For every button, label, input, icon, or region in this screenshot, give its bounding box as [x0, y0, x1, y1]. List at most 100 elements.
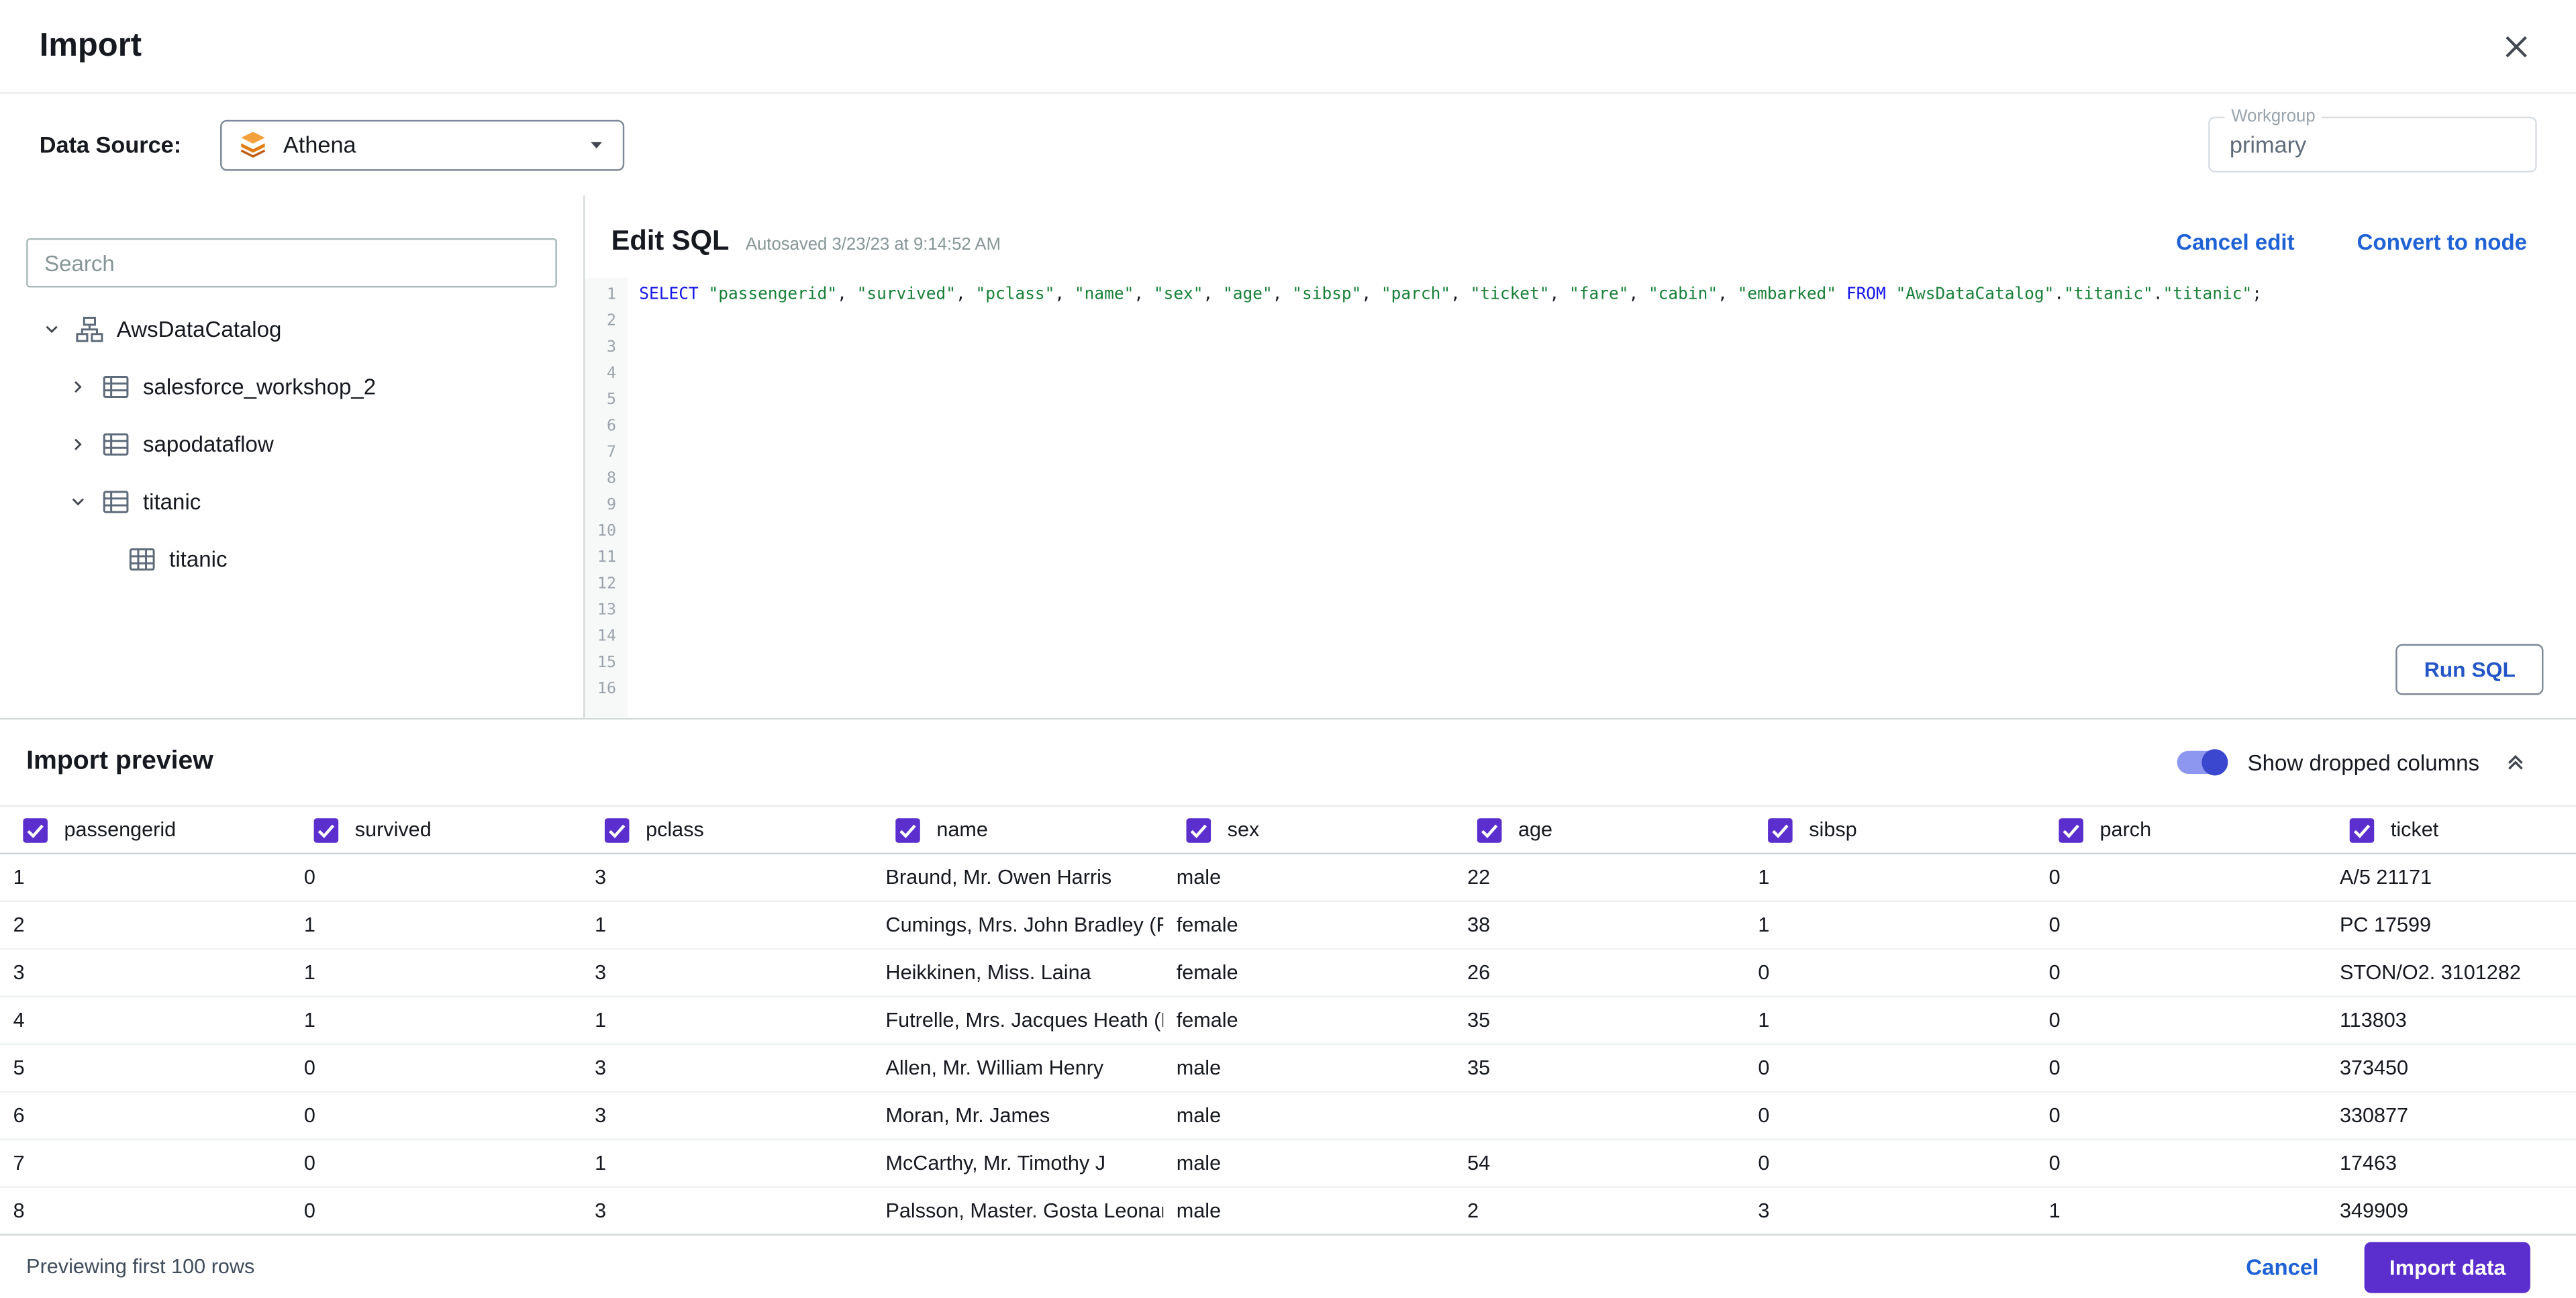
show-dropped-columns-label: Show dropped columns	[2247, 750, 2480, 775]
column-header-survived: survived	[291, 807, 581, 853]
column-header-age: age	[1454, 807, 1744, 853]
table-icon	[128, 546, 156, 574]
line-number: 7	[606, 443, 616, 462]
sql-token: ,	[956, 285, 976, 304]
column-checkbox[interactable]	[1186, 817, 1211, 842]
column-checkbox[interactable]	[604, 817, 630, 842]
table-row: 3 1 3 Heikkinen, Miss. Laina female 26 0 0 STON/…	[0, 950, 2576, 997]
sql-token: FROM	[1846, 285, 1886, 304]
line-number: 11	[597, 548, 616, 567]
sql-token: "titanic"	[2163, 285, 2252, 304]
table-cell: male	[1176, 1104, 1222, 1128]
preview-controls: Show dropped columns	[2177, 748, 2530, 777]
column-checkbox[interactable]	[895, 817, 920, 842]
column-checkbox[interactable]	[2059, 817, 2084, 842]
chevron-right-icon[interactable]	[66, 378, 89, 396]
table-cell: 22	[1467, 866, 1491, 889]
table-cell: McCarthy, Mr. Timothy J	[885, 1152, 1106, 1175]
table-cell: 0	[2048, 1056, 2061, 1080]
tree-item-titanic[interactable]: titanic	[26, 473, 557, 531]
table-cell: 1	[13, 866, 25, 889]
column-checkbox[interactable]	[1477, 817, 1502, 842]
table-cell: PC 17599	[2339, 913, 2432, 937]
column-header-pclass: pclass	[582, 807, 873, 853]
convert-to-node-link[interactable]: Convert to node	[2357, 229, 2527, 254]
tree-item-awsdatacatalog[interactable]: AwsDataCatalog	[26, 301, 557, 358]
datasource-dropdown[interactable]: Athena	[220, 119, 626, 170]
table-cell: 0	[2048, 913, 2061, 937]
column-header-label: passengerid	[64, 818, 177, 842]
table-cell: 1	[1758, 1009, 1770, 1032]
chevron-right-icon[interactable]	[66, 436, 89, 454]
catalog-icon	[76, 315, 104, 344]
table-cell: Allen, Mr. William Henry	[885, 1056, 1104, 1080]
column-checkbox[interactable]	[313, 817, 339, 842]
table-cell: 0	[2048, 1152, 2061, 1175]
schema-sidebar: AwsDataCatalog salesforce_workshop_2sapod…	[0, 195, 585, 718]
cancel-edit-link[interactable]: Cancel edit	[2176, 229, 2294, 254]
table-cell: 1	[303, 913, 315, 937]
chevron-down-icon[interactable]	[66, 493, 89, 511]
sql-token: ,	[1361, 285, 1381, 304]
tree-item-label: AwsDataCatalog	[116, 317, 282, 342]
column-checkbox[interactable]	[1768, 817, 1793, 842]
table-cell: 35	[1467, 1056, 1491, 1080]
table-cell: 349909	[2339, 1199, 2409, 1223]
tree-item-salesforce_workshop_2[interactable]: salesforce_workshop_2	[26, 358, 557, 416]
autosaved-status: Autosaved 3/23/23 at 9:14:52 AM	[745, 235, 1001, 255]
sql-token: SELECT	[639, 285, 699, 304]
column-checkbox[interactable]	[23, 817, 48, 842]
table-cell: 3	[595, 866, 607, 889]
import-data-button[interactable]: Import data	[2365, 1241, 2530, 1293]
sql-token: ,	[1718, 285, 1738, 304]
sql-token: "passengerid"	[708, 285, 838, 304]
tree-item-titanic[interactable]: titanic	[26, 531, 557, 589]
page-title: Import	[39, 27, 142, 64]
line-number: 10	[597, 522, 616, 541]
table-cell: 3	[1758, 1199, 1770, 1223]
import-dialog: Import Data Source: Athena Workgroup pri…	[0, 0, 2576, 1298]
chevron-down-icon[interactable]	[40, 320, 62, 338]
table-cell: 3	[595, 1199, 607, 1223]
editor-actions: Cancel edit Convert to node	[2176, 229, 2527, 254]
column-header-sex: sex	[1163, 807, 1454, 853]
datasource-selected-value: Athena	[283, 131, 356, 158]
line-number: 6	[606, 417, 616, 436]
line-number: 9	[606, 496, 616, 515]
table-row: 1 0 3 Braund, Mr. Owen Harris male 22 1 0 A/5 21…	[0, 854, 2576, 902]
column-checkbox[interactable]	[2349, 817, 2375, 842]
table-cell: Palsson, Master. Gosta Leonard	[885, 1199, 1164, 1223]
table-cell: 7	[13, 1152, 25, 1175]
dialog-header: Import	[0, 0, 2576, 94]
workgroup-field[interactable]: Workgroup primary	[2208, 107, 2537, 173]
cancel-button[interactable]: Cancel	[2246, 1254, 2318, 1279]
sql-token: "survived"	[856, 285, 956, 304]
sql-token: ,	[1450, 285, 1471, 304]
table-cell: 1	[303, 961, 315, 985]
import-preview-section: Import preview Show dropped columns pass…	[0, 717, 2576, 1234]
run-sql-button[interactable]: Run SQL	[2396, 644, 2544, 695]
preview-row-count-status: Previewing first 100 rows	[26, 1255, 255, 1279]
show-dropped-columns-toggle[interactable]	[2177, 749, 2228, 776]
table-cell: 1	[1758, 866, 1770, 889]
column-header-label: sibsp	[1809, 818, 1857, 842]
preview-header: Import preview Show dropped columns	[0, 719, 2576, 805]
line-number: 4	[606, 364, 616, 383]
table-cell: 0	[303, 866, 315, 889]
tree-item-sapodataflow[interactable]: sapodataflow	[26, 415, 557, 473]
preview-title: Import preview	[26, 747, 213, 776]
sql-token: ,	[1134, 285, 1154, 304]
search-input[interactable]	[26, 238, 557, 288]
close-button[interactable]	[2496, 26, 2537, 66]
table-cell: 17463	[2339, 1152, 2397, 1175]
table-row: 4 1 1 Futrelle, Mrs. Jacques Heath (Lily Ma…	[0, 997, 2576, 1045]
collapse-preview-button[interactable]	[2501, 748, 2530, 777]
table-row: 6 0 3 Moran, Mr. James male 0 0 330877	[0, 1093, 2576, 1140]
sql-token: "name"	[1074, 285, 1134, 304]
column-header-sibsp: sibsp	[1745, 807, 2036, 853]
sql-editor[interactable]: SELECT "passengerid", "survived", "pclas…	[628, 278, 2576, 718]
column-header-label: survived	[354, 818, 432, 842]
table-cell: 4	[13, 1009, 25, 1032]
table-cell: 1	[595, 1009, 607, 1032]
